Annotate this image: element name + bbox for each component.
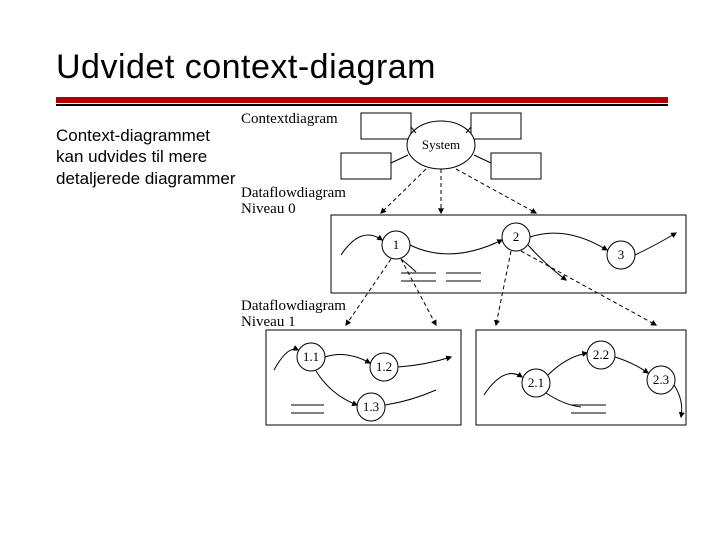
label-node12: 1.2 [376,359,392,374]
label-node21: 2.1 [528,375,544,390]
title-rule [56,97,668,103]
label-contextdiagram: Contextdiagram [241,111,338,127]
label-dfd0-b: Niveau 0 [241,201,296,217]
label-node23: 2.3 [653,372,669,387]
label-node3: 3 [618,247,625,262]
label-dfd0-a: Dataflowdiagram [241,185,346,201]
label-node13: 1.3 [363,399,379,414]
label-node2: 2 [513,229,520,244]
diagram-illustration: Contextdiagram System Dataflowdiagram [236,125,680,465]
label-system: System [422,137,460,152]
description-text: Context-diagrammet kan udvides til mere … [56,125,236,465]
label-node11: 1.1 [303,349,319,364]
label-node1: 1 [393,237,400,252]
slide-title: Udvidet context-diagram [56,48,680,87]
label-dfd1-a: Dataflowdiagram [241,298,346,314]
label-node22: 2.2 [593,347,609,362]
label-dfd1-b: Niveau 1 [241,314,296,330]
